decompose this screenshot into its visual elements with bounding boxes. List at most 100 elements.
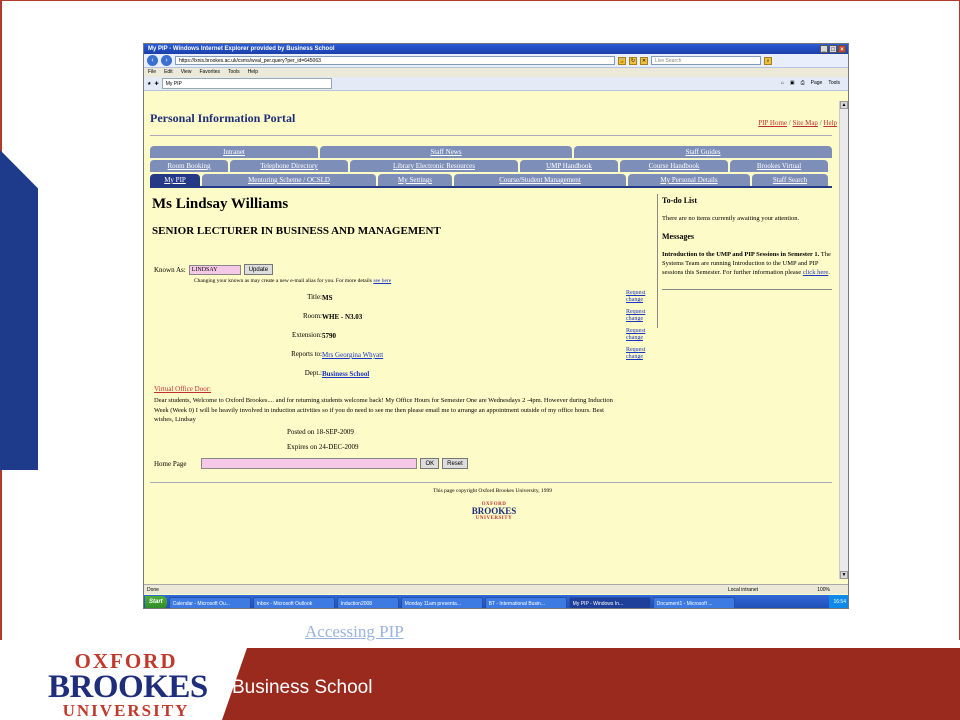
tab-intranet[interactable]: Intranet	[150, 146, 318, 158]
status-text: Done	[147, 587, 159, 593]
favorites-star-icon[interactable]: ★	[147, 81, 151, 87]
tab-staff-guides[interactable]: Staff Guides	[574, 146, 832, 158]
stop-icon[interactable]: ✕	[640, 56, 648, 65]
see-here-link[interactable]: see here	[373, 278, 391, 284]
dept-link[interactable]: Business School	[322, 370, 369, 378]
home-icon[interactable]: ⌂	[781, 80, 784, 86]
slide-caption-link[interactable]: Accessing PIP	[305, 622, 404, 642]
scroll-up-icon[interactable]: ▲	[840, 101, 848, 109]
tab-staff-search[interactable]: Staff Search	[752, 174, 828, 186]
field-value: MS	[322, 294, 333, 302]
site-map-link[interactable]: Site Map	[792, 119, 817, 127]
alias-note: Changing your known as may create a new …	[194, 278, 391, 284]
home-page-input[interactable]	[201, 458, 418, 469]
tab-my-personal-details[interactable]: My Personal Details	[628, 174, 750, 186]
todo-text: There are no items currently awaiting yo…	[662, 215, 800, 222]
browser-tab[interactable]: My PIP	[161, 78, 332, 89]
taskbar-item[interactable]: BT - International Busin...	[484, 596, 567, 608]
feeds-icon[interactable]: ▣	[790, 80, 795, 86]
taskbar-item[interactable]: My PIP - Windows In...	[568, 596, 651, 608]
taskbar-item[interactable]: Monday 11am presenta...	[400, 596, 483, 608]
zoom-level[interactable]: 100%	[817, 585, 830, 595]
message-head: Introduction to the UMP and PIP Sessions…	[662, 251, 820, 258]
url-field[interactable]: https://lxnis.brookes.ac.uk/csms/wval_pe…	[175, 56, 615, 65]
request-change-link[interactable]: Request change	[626, 328, 645, 342]
tools-menu[interactable]: Tools	[828, 80, 840, 86]
business-school-label: Business School	[232, 677, 373, 698]
forward-icon[interactable]: ›	[161, 55, 172, 66]
field-row-reports-to: Reports to: Mrs Georgina Whyatt Request …	[152, 347, 645, 369]
taskbar-item[interactable]: Inbox - Microsoft Outlook	[252, 596, 335, 608]
reset-button[interactable]: Reset	[442, 458, 468, 469]
slide: My PIP - Windows Internet Explorer provi…	[0, 0, 960, 720]
menu-favorites[interactable]: Favorites	[199, 68, 220, 77]
tab-mentoring-scheme[interactable]: Mentoring Scheme / OCSLD	[202, 174, 376, 186]
reports-to-link[interactable]: Mrs Georgina Whyatt	[322, 351, 383, 359]
field-label: Reports to:	[291, 350, 322, 358]
tab-my-settings[interactable]: My Settings	[378, 174, 452, 186]
tab-brookes-virtual[interactable]: Brookes Virtual	[730, 160, 828, 172]
expires-date: Expires on 24-DEC-2009	[287, 443, 359, 451]
close-icon[interactable]: ×	[838, 45, 846, 53]
taskbar-item[interactable]: Document1 - Microsoft ...	[652, 596, 735, 608]
field-label: Dept.:	[304, 369, 322, 377]
favorites-bar: ★ ✚ My PIP ⌂ ▣ ⎙ Page Tools	[144, 77, 848, 91]
tab-course-student-management[interactable]: Course/Student Management	[454, 174, 626, 186]
tab-course-handbook[interactable]: Course Handbook	[620, 160, 728, 172]
home-page-row: Home Page OK Reset	[154, 458, 468, 469]
update-button[interactable]: Update	[243, 264, 274, 275]
maximize-icon[interactable]: □	[829, 45, 837, 53]
page-menu[interactable]: Page	[811, 80, 823, 86]
profile-role: SENIOR LECTURER IN BUSINESS AND MANAGEME…	[152, 225, 441, 237]
search-input[interactable]: Live Search	[651, 56, 761, 65]
footer-logo-brookes: BROOKES	[471, 506, 517, 516]
tab-room-booking[interactable]: Room Booking	[150, 160, 228, 172]
tab-staff-news[interactable]: Staff News	[320, 146, 572, 158]
print-icon[interactable]: ⎙	[801, 80, 805, 86]
virtual-office-door-text: Dear students, Welcome to Oxford Brookes…	[154, 397, 613, 423]
request-change-link[interactable]: Request change	[626, 290, 645, 304]
tab-row-3: My PIP Mentoring Scheme / OCSLD My Setti…	[150, 174, 832, 186]
scroll-down-icon[interactable]: ▼	[840, 571, 848, 579]
known-as-label: Known As:	[154, 265, 186, 274]
start-button[interactable]: Start	[145, 596, 167, 608]
menu-edit[interactable]: Edit	[164, 68, 173, 77]
refresh-icon[interactable]: ↻	[629, 56, 637, 65]
browser-screenshot: My PIP - Windows Internet Explorer provi…	[143, 43, 849, 609]
click-here-link[interactable]: click here	[803, 269, 828, 276]
field-value: WHE - N3.03	[322, 313, 363, 321]
tab-my-pip[interactable]: My PIP	[150, 174, 200, 186]
back-icon[interactable]: ‹	[147, 55, 158, 66]
field-row-extension: Extension: 5790 Request change	[152, 328, 645, 350]
pip-home-link[interactable]: PIP Home	[758, 119, 787, 127]
home-page-label: Home Page	[154, 459, 187, 468]
ok-button[interactable]: OK	[420, 458, 440, 469]
known-as-row: Known As: LINDSAY Update	[154, 264, 274, 275]
menu-help[interactable]: Help	[248, 68, 258, 77]
footer-band: OXFORD BROOKES UNIVERSITY Business Schoo…	[0, 648, 960, 720]
tab-ump-handbook[interactable]: UMP Handbook	[520, 160, 618, 172]
logo-university: UNIVERSITY	[62, 701, 190, 720]
footer-logo: OXFORD BROOKES UNIVERSITY	[466, 502, 522, 521]
search-icon[interactable]: ⌕	[764, 56, 772, 65]
vertical-scrollbar[interactable]: ▲ ▼	[839, 101, 848, 579]
taskbar-item[interactable]: Calendar - Microsoft Ou...	[168, 596, 251, 608]
tab-telephone-directory[interactable]: Telephone Directory	[230, 160, 348, 172]
menu-tools[interactable]: Tools	[228, 68, 240, 77]
footer-divider	[150, 482, 832, 483]
lock-icon[interactable]: 🔒	[618, 56, 626, 65]
zone-text: Local intranet	[727, 587, 758, 593]
known-as-input[interactable]: LINDSAY	[188, 264, 241, 275]
request-change-link[interactable]: Request change	[626, 347, 645, 361]
menu-view[interactable]: View	[181, 68, 192, 77]
menu-file[interactable]: File	[148, 68, 156, 77]
windows-taskbar: Start Calendar - Microsoft Ou... Inbox -…	[144, 595, 848, 608]
field-label: Title:	[307, 293, 322, 301]
add-favorite-icon[interactable]: ✚	[154, 81, 158, 87]
minimize-icon[interactable]: _	[820, 45, 828, 53]
tab-library-electronic-resources[interactable]: Library Electronic Resources	[350, 160, 518, 172]
taskbar-item[interactable]: Induction2008	[336, 596, 399, 608]
request-change-link[interactable]: Request change	[626, 309, 645, 323]
help-link[interactable]: Help	[823, 119, 837, 127]
field-row-dept: Dept.: Business School	[152, 369, 622, 388]
